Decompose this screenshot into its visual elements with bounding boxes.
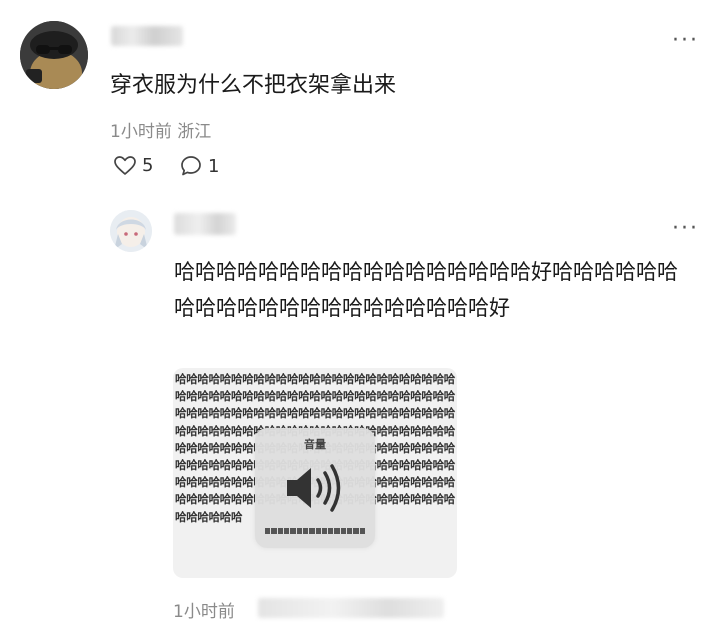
like-count: 5 (142, 155, 154, 176)
comment-meta: 1小时前 浙江 (110, 122, 212, 142)
more-options-icon[interactable]: ··· (672, 30, 699, 52)
reply-more-options-icon[interactable]: ··· (672, 218, 699, 240)
volume-overlay: 音量 (255, 428, 375, 548)
reply-text: 哈哈哈哈哈哈哈哈哈哈哈哈哈哈哈哈哈好哈哈哈哈哈哈哈哈哈哈哈哈哈哈哈哈哈哈哈哈哈好 (174, 260, 678, 320)
reply-username-blurred[interactable] (174, 213, 236, 235)
username-blurred[interactable] (111, 26, 183, 46)
heart-icon (114, 155, 136, 175)
like-button[interactable]: 5 (114, 155, 153, 176)
volume-title: 音量 (304, 438, 326, 451)
comment-text: 穿衣服为什么不把衣架拿出来 (110, 73, 397, 98)
reply-button[interactable]: 1 (180, 155, 219, 177)
user-avatar[interactable] (20, 21, 88, 89)
reply-count: 1 (208, 155, 220, 177)
volume-level-bar (265, 528, 365, 534)
speaker-icon (287, 464, 341, 512)
comment-bubble-icon (181, 156, 201, 176)
reply-user-avatar[interactable] (110, 210, 152, 252)
reply-meta: 1小时前 (173, 602, 235, 622)
reply-meta-blurred (258, 598, 444, 618)
reply-image[interactable]: 哈哈哈哈哈哈哈哈哈哈哈哈哈哈哈哈哈哈哈哈哈哈哈哈哈哈哈哈哈哈哈哈哈哈哈哈哈哈哈哈… (173, 368, 457, 578)
